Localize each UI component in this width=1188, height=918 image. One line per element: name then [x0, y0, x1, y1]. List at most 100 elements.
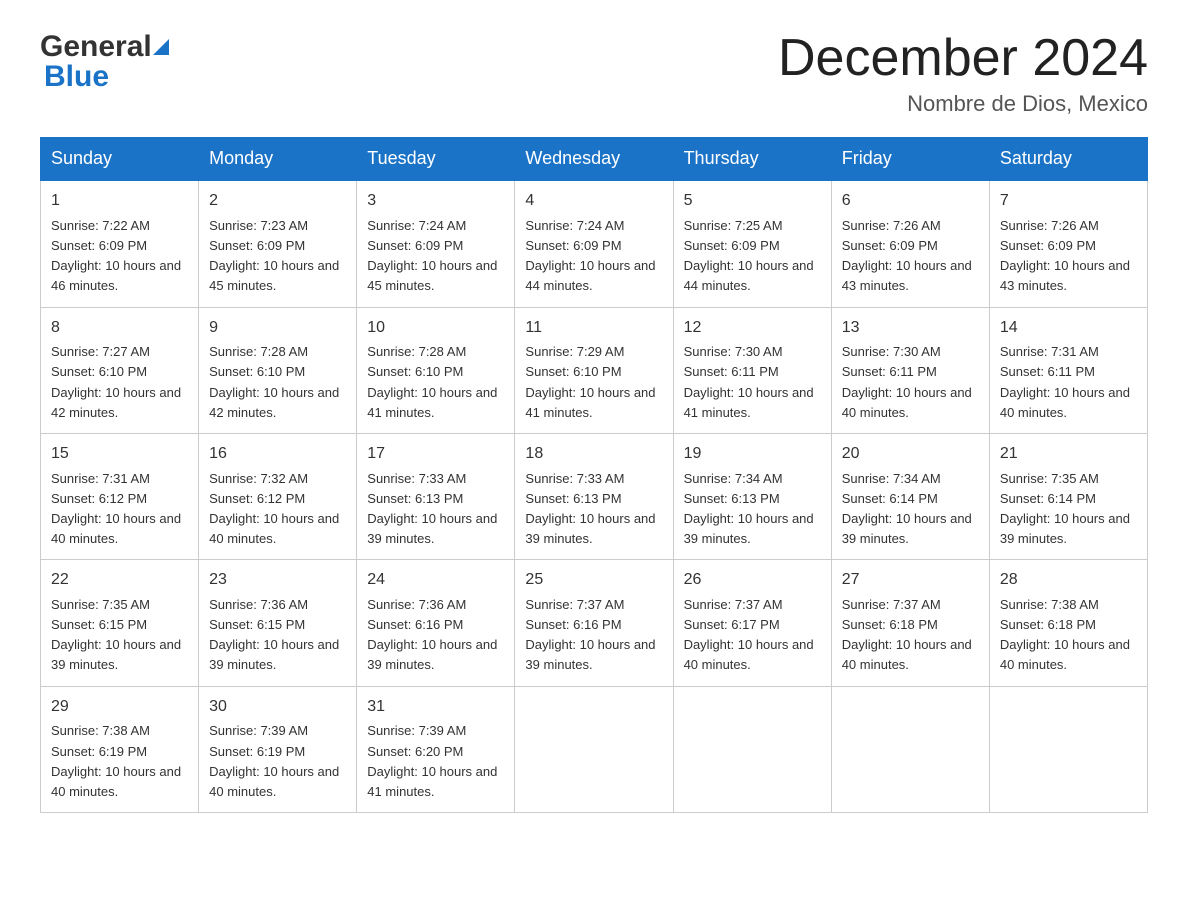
calendar-day-header: Sunday — [41, 138, 199, 181]
day-number: 3 — [367, 189, 504, 214]
calendar-cell: 20 Sunrise: 7:34 AMSunset: 6:14 PMDayligh… — [831, 433, 989, 559]
day-number: 12 — [684, 316, 821, 341]
calendar-cell: 6Sunrise: 7:26 AMSunset: 6:09 PMDaylight… — [831, 180, 989, 307]
calendar-cell: 22 Sunrise: 7:35 AMSunset: 6:15 PMDayligh… — [41, 560, 199, 686]
calendar-cell: 7Sunrise: 7:26 AMSunset: 6:09 PMDaylight… — [989, 180, 1147, 307]
day-number: 8 — [51, 316, 188, 341]
calendar-cell: 24 Sunrise: 7:36 AMSunset: 6:16 PMDayligh… — [357, 560, 515, 686]
calendar-day-header: Tuesday — [357, 138, 515, 181]
day-number: 31 — [367, 695, 504, 720]
day-info: Sunrise: 7:30 AMSunset: 6:11 PMDaylight:… — [842, 344, 972, 419]
day-number: 11 — [525, 316, 662, 341]
calendar-cell — [989, 686, 1147, 812]
calendar-table: SundayMondayTuesdayWednesdayThursdayFrid… — [40, 137, 1148, 813]
calendar-week-row: 29Sunrise: 7:38 AMSunset: 6:19 PMDayligh… — [41, 686, 1148, 812]
day-info: Sunrise: 7:25 AMSunset: 6:09 PMDaylight:… — [684, 218, 814, 293]
calendar-cell: 14 Sunrise: 7:31 AMSunset: 6:11 PMDayligh… — [989, 307, 1147, 433]
calendar-week-row: 8Sunrise: 7:27 AMSunset: 6:10 PMDaylight… — [41, 307, 1148, 433]
calendar-cell — [673, 686, 831, 812]
month-title: December 2024 — [778, 30, 1148, 87]
calendar-cell: 12 Sunrise: 7:30 AMSunset: 6:11 PMDayligh… — [673, 307, 831, 433]
day-number: 15 — [51, 442, 188, 467]
day-info: Sunrise: 7:30 AMSunset: 6:11 PMDaylight:… — [684, 344, 814, 419]
day-number: 6 — [842, 189, 979, 214]
calendar-cell: 10Sunrise: 7:28 AMSunset: 6:10 PMDayligh… — [357, 307, 515, 433]
day-info: Sunrise: 7:28 AMSunset: 6:10 PMDaylight:… — [209, 344, 339, 419]
calendar-cell: 30 Sunrise: 7:39 AMSunset: 6:19 PMDayligh… — [199, 686, 357, 812]
calendar-week-row: 1Sunrise: 7:22 AMSunset: 6:09 PMDaylight… — [41, 180, 1148, 307]
calendar-cell: 4 Sunrise: 7:24 AMSunset: 6:09 PMDaylight… — [515, 180, 673, 307]
day-number: 28 — [1000, 568, 1137, 593]
day-info: Sunrise: 7:39 AMSunset: 6:19 PMDaylight:… — [209, 723, 339, 798]
day-number: 4 — [525, 189, 662, 214]
calendar-cell: 8Sunrise: 7:27 AMSunset: 6:10 PMDaylight… — [41, 307, 199, 433]
calendar-day-header: Thursday — [673, 138, 831, 181]
calendar-week-row: 15 Sunrise: 7:31 AMSunset: 6:12 PMDayligh… — [41, 433, 1148, 559]
calendar-day-header: Wednesday — [515, 138, 673, 181]
day-number: 2 — [209, 189, 346, 214]
day-number: 14 — [1000, 316, 1137, 341]
logo-g: G — [40, 30, 63, 64]
calendar-day-header: Friday — [831, 138, 989, 181]
day-number: 19 — [684, 442, 821, 467]
day-info: Sunrise: 7:34 AMSunset: 6:13 PMDaylight:… — [684, 471, 814, 546]
day-number: 13 — [842, 316, 979, 341]
day-info: Sunrise: 7:36 AMSunset: 6:16 PMDaylight:… — [367, 597, 497, 672]
day-info: Sunrise: 7:36 AMSunset: 6:15 PMDaylight:… — [209, 597, 339, 672]
calendar-cell: 16Sunrise: 7:32 AMSunset: 6:12 PMDayligh… — [199, 433, 357, 559]
calendar-cell: 27 Sunrise: 7:37 AMSunset: 6:18 PMDayligh… — [831, 560, 989, 686]
day-info: Sunrise: 7:38 AMSunset: 6:19 PMDaylight:… — [51, 723, 181, 798]
day-info: Sunrise: 7:32 AMSunset: 6:12 PMDaylight:… — [209, 471, 339, 546]
day-number: 1 — [51, 189, 188, 214]
logo-eneral: eneral — [63, 30, 151, 64]
calendar-cell — [831, 686, 989, 812]
calendar-cell: 3Sunrise: 7:24 AMSunset: 6:09 PMDaylight… — [357, 180, 515, 307]
day-number: 7 — [1000, 189, 1137, 214]
calendar-cell: 1Sunrise: 7:22 AMSunset: 6:09 PMDaylight… — [41, 180, 199, 307]
logo-triangle-icon — [153, 39, 169, 55]
day-info: Sunrise: 7:23 AMSunset: 6:09 PMDaylight:… — [209, 218, 339, 293]
calendar-cell: 21Sunrise: 7:35 AMSunset: 6:14 PMDayligh… — [989, 433, 1147, 559]
calendar-cell: 5 Sunrise: 7:25 AMSunset: 6:09 PMDaylight… — [673, 180, 831, 307]
day-info: Sunrise: 7:31 AMSunset: 6:11 PMDaylight:… — [1000, 344, 1130, 419]
calendar-cell: 18 Sunrise: 7:33 AMSunset: 6:13 PMDayligh… — [515, 433, 673, 559]
calendar-cell: 11 Sunrise: 7:29 AMSunset: 6:10 PMDayligh… — [515, 307, 673, 433]
day-info: Sunrise: 7:38 AMSunset: 6:18 PMDaylight:… — [1000, 597, 1130, 672]
calendar-cell: 9 Sunrise: 7:28 AMSunset: 6:10 PMDaylight… — [199, 307, 357, 433]
day-info: Sunrise: 7:33 AMSunset: 6:13 PMDaylight:… — [525, 471, 655, 546]
day-number: 24 — [367, 568, 504, 593]
day-number: 17 — [367, 442, 504, 467]
calendar-cell: 31 Sunrise: 7:39 AMSunset: 6:20 PMDayligh… — [357, 686, 515, 812]
day-info: Sunrise: 7:39 AMSunset: 6:20 PMDaylight:… — [367, 723, 497, 798]
day-number: 27 — [842, 568, 979, 593]
calendar-cell: 29Sunrise: 7:38 AMSunset: 6:19 PMDayligh… — [41, 686, 199, 812]
calendar-cell: 15 Sunrise: 7:31 AMSunset: 6:12 PMDayligh… — [41, 433, 199, 559]
title-block: December 2024 Nombre de Dios, Mexico — [778, 30, 1148, 117]
calendar-header-row: SundayMondayTuesdayWednesdayThursdayFrid… — [41, 138, 1148, 181]
logo: G eneral Blue — [40, 30, 169, 94]
day-number: 30 — [209, 695, 346, 720]
day-info: Sunrise: 7:29 AMSunset: 6:10 PMDaylight:… — [525, 344, 655, 419]
day-number: 20 — [842, 442, 979, 467]
day-number: 5 — [684, 189, 821, 214]
day-number: 21 — [1000, 442, 1137, 467]
day-info: Sunrise: 7:35 AMSunset: 6:15 PMDaylight:… — [51, 597, 181, 672]
calendar-cell: 2 Sunrise: 7:23 AMSunset: 6:09 PMDaylight… — [199, 180, 357, 307]
calendar-cell: 19 Sunrise: 7:34 AMSunset: 6:13 PMDayligh… — [673, 433, 831, 559]
page-header: G eneral Blue December 2024 Nombre de Di… — [40, 30, 1148, 117]
calendar-day-header: Saturday — [989, 138, 1147, 181]
day-info: Sunrise: 7:37 AMSunset: 6:18 PMDaylight:… — [842, 597, 972, 672]
day-number: 22 — [51, 568, 188, 593]
logo-blue: Blue — [44, 60, 109, 94]
day-info: Sunrise: 7:34 AMSunset: 6:14 PMDaylight:… — [842, 471, 972, 546]
day-info: Sunrise: 7:37 AMSunset: 6:17 PMDaylight:… — [684, 597, 814, 672]
day-number: 18 — [525, 442, 662, 467]
day-number: 9 — [209, 316, 346, 341]
day-number: 23 — [209, 568, 346, 593]
calendar-cell: 26Sunrise: 7:37 AMSunset: 6:17 PMDayligh… — [673, 560, 831, 686]
day-info: Sunrise: 7:28 AMSunset: 6:10 PMDaylight:… — [367, 344, 497, 419]
calendar-week-row: 22 Sunrise: 7:35 AMSunset: 6:15 PMDayligh… — [41, 560, 1148, 686]
day-info: Sunrise: 7:31 AMSunset: 6:12 PMDaylight:… — [51, 471, 181, 546]
calendar-cell: 23 Sunrise: 7:36 AMSunset: 6:15 PMDayligh… — [199, 560, 357, 686]
day-info: Sunrise: 7:24 AMSunset: 6:09 PMDaylight:… — [525, 218, 655, 293]
